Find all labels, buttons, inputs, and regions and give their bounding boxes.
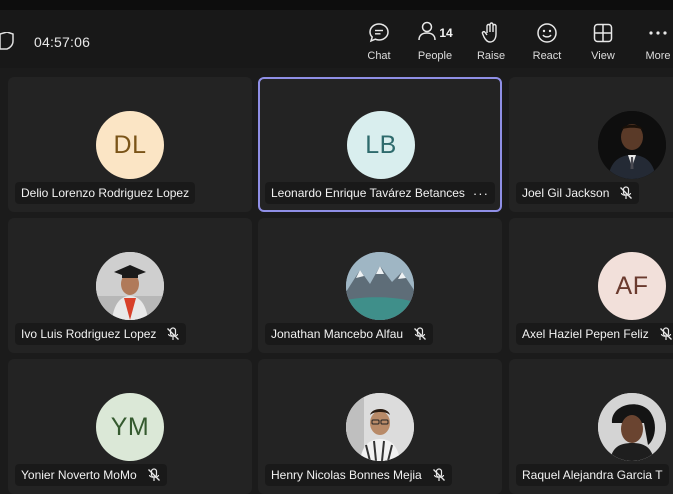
- participant-name: Leonardo Enrique Tavárez Betances: [271, 186, 465, 200]
- participant-tile[interactable]: Raquel Alejandra Garcia T: [509, 359, 673, 494]
- chat-label: Chat: [367, 50, 391, 62]
- mic-muted-icon: [413, 327, 427, 341]
- participant-name: Yonier Noverto MoMo: [21, 468, 137, 482]
- chat-button[interactable]: Chat: [363, 20, 395, 68]
- participant-tile[interactable]: DL Delio Lorenzo Rodriguez Lopez: [8, 77, 252, 212]
- raise-hand-icon: [481, 20, 501, 46]
- people-button[interactable]: 14 People: [414, 20, 456, 68]
- people-label: People: [417, 50, 453, 62]
- people-count: 14: [439, 26, 453, 40]
- participant-tile[interactable]: AF Axel Haziel Pepen Feliz: [509, 218, 673, 353]
- avatar-photo: [598, 393, 666, 461]
- participant-name-pill: Joel Gil Jackson: [516, 182, 640, 204]
- mic-muted-icon: [432, 468, 446, 482]
- participant-name-pill: Raquel Alejandra Garcia T: [516, 464, 669, 486]
- participant-tile[interactable]: Jonathan Mancebo Alfau: [258, 218, 502, 353]
- participant-tile[interactable]: Ivo Luis Rodriguez Lopez: [8, 218, 252, 353]
- meeting-toolbar: 04:57:06 Chat 14 People Raise React View: [0, 10, 673, 68]
- participant-name-pill: Axel Haziel Pepen Feliz: [516, 323, 673, 345]
- participant-name-pill: Ivo Luis Rodriguez Lopez: [15, 323, 187, 345]
- participant-name: Axel Haziel Pepen Feliz: [522, 327, 649, 341]
- avatar: YM: [96, 393, 164, 461]
- mic-muted-icon: [659, 327, 673, 341]
- more-label: More: [645, 50, 671, 62]
- participant-name-pill: Henry Nicolas Bonnes Mejia: [265, 464, 452, 486]
- mic-muted-icon: [619, 186, 633, 200]
- participant-name-pill: Jonathan Mancebo Alfau: [265, 323, 434, 345]
- participant-tile-active-speaker[interactable]: LB Leonardo Enrique Tavárez Betances ···: [258, 77, 502, 212]
- participant-name-pill: Delio Lorenzo Rodriguez Lopez: [15, 182, 196, 204]
- participant-name: Raquel Alejandra Garcia T: [522, 468, 663, 482]
- people-icon: [417, 20, 437, 47]
- participant-tile[interactable]: YM Yonier Noverto MoMo: [8, 359, 252, 494]
- avatar-photo: [598, 111, 666, 179]
- view-grid-icon: [593, 20, 613, 46]
- title-bar: [0, 0, 673, 10]
- avatar-photo: [346, 252, 414, 320]
- avatar-photo: [346, 393, 414, 461]
- participant-tile[interactable]: Joel Gil Jackson: [509, 77, 673, 212]
- participant-tile[interactable]: Henry Nicolas Bonnes Mejia: [258, 359, 502, 494]
- participant-name: Henry Nicolas Bonnes Mejia: [271, 468, 422, 482]
- avatar: AF: [598, 252, 666, 320]
- title-bar-fragment: [0, 0, 70, 6]
- view-label: View: [591, 50, 615, 62]
- raise-hand-button[interactable]: Raise: [474, 20, 508, 68]
- raise-label: Raise: [476, 50, 506, 62]
- chat-icon: [368, 20, 390, 46]
- more-options-icon[interactable]: ···: [473, 187, 489, 200]
- react-button[interactable]: React: [530, 20, 564, 68]
- avatar: LB: [347, 111, 415, 179]
- meeting-timer: 04:57:06: [34, 34, 91, 50]
- participant-name: Jonathan Mancebo Alfau: [271, 327, 404, 341]
- shield-icon[interactable]: [0, 31, 14, 55]
- more-button[interactable]: More: [643, 20, 673, 68]
- participant-name-pill: Yonier Noverto MoMo: [15, 464, 167, 486]
- participant-name-pill: Leonardo Enrique Tavárez Betances ···: [265, 182, 495, 204]
- view-button[interactable]: View: [588, 20, 618, 68]
- participant-name: Joel Gil Jackson: [522, 186, 610, 200]
- more-dots-icon: [648, 20, 668, 46]
- participant-name: Delio Lorenzo Rodriguez Lopez: [21, 186, 190, 200]
- mic-muted-icon: [166, 327, 180, 341]
- avatar-photo: [96, 252, 164, 320]
- mic-muted-icon: [147, 468, 161, 482]
- react-icon: [536, 20, 558, 46]
- avatar: DL: [96, 111, 164, 179]
- participant-name: Ivo Luis Rodriguez Lopez: [21, 327, 157, 341]
- react-label: React: [532, 50, 562, 62]
